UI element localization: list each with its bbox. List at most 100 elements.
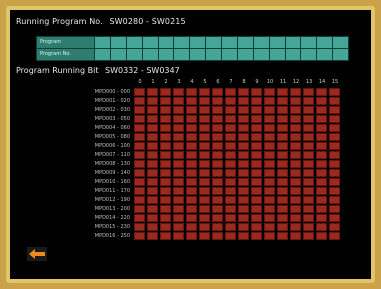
bit-cell [316,151,327,159]
bit-cell [290,169,301,177]
bit-cell [147,169,158,177]
bit-cell [173,196,184,204]
bit-cell [290,97,301,105]
bit-cell [186,205,197,213]
bit-cell [212,97,223,105]
bit-cell [290,214,301,222]
bit-cell [160,160,171,168]
bit-cell [251,214,262,222]
program-table-cell [252,36,270,49]
bit-cell [329,142,340,150]
bit-cell [199,232,210,240]
bit-cell [277,178,288,186]
bit-cell [329,160,340,168]
bit-cell [173,106,184,114]
bit-cell [316,115,327,123]
program-table-cell [205,48,222,61]
bit-cell [147,97,158,105]
row-label: MPD015 - 230 [94,224,130,230]
bit-cell [212,106,223,114]
column-number: 4 [190,79,194,85]
column-number: 15 [331,79,339,85]
bit-cell [290,142,301,150]
bit-cell [290,88,301,96]
bit-cell [186,214,197,222]
bit-cell [251,88,262,96]
bit-cell [329,178,340,186]
program-table-cell [300,48,318,61]
bit-cell [173,169,184,177]
bit-cell [147,142,158,150]
bit-cell [134,142,145,150]
bit-cell [199,160,210,168]
bit-cell [225,88,236,96]
bit-cell [238,106,249,114]
bit-cell [212,151,223,159]
bit-cell [160,88,171,96]
row-label: MPD016 - 250 [94,233,130,239]
bit-cell [199,142,210,150]
bit-cell [134,115,145,123]
program-table-cell [109,48,127,61]
bit-cell [277,142,288,150]
bit-cell [329,88,340,96]
bit-cell [186,169,197,177]
bit-section-range: SW0332 - SW0347 [105,66,180,75]
row-label: MPD002 - 030 [94,107,130,113]
column-number: 11 [279,79,287,85]
bit-cell [225,151,236,159]
bit-cell [225,178,236,186]
bit-cell [329,187,340,195]
program-table-cell [236,36,254,49]
bit-cell [290,196,301,204]
bit-cell [316,142,327,150]
row-label: MPD003 - 050 [94,116,130,122]
bit-cell [264,160,275,168]
back-button[interactable] [27,247,47,261]
bit-cell [186,178,197,186]
bit-cell [147,133,158,141]
bit-cell [134,214,145,222]
row-label: MPD006 - 100 [94,143,130,149]
bit-cell [303,214,314,222]
program-table-cell [332,48,349,61]
bit-cell [134,133,145,141]
bit-cell [277,133,288,141]
program-table-cell [157,36,175,49]
bit-cell [173,232,184,240]
bit-cell [238,205,249,213]
bit-cell [303,97,314,105]
program-table-row-label: Program [36,36,95,49]
bit-cell [238,88,249,96]
bit-cell [290,205,301,213]
bit-cell [173,160,184,168]
bit-cell [290,160,301,168]
column-number: 9 [255,79,259,85]
bit-cell [238,115,249,123]
bit-cell [212,214,223,222]
bit-cell [238,142,249,150]
bit-cell [147,205,158,213]
bit-cell [173,133,184,141]
bit-cell [277,169,288,177]
column-number: 0 [138,79,142,85]
bit-cell [134,196,145,204]
column-number: 5 [203,79,207,85]
bit-cell [160,124,171,132]
bit-cell [147,196,158,204]
row-label: MPD013 - 200 [94,206,130,212]
program-table-cell [141,48,159,61]
bit-cell [173,178,184,186]
column-number: 8 [242,79,246,85]
bit-cell [316,178,327,186]
bit-cell [134,151,145,159]
bit-cell [186,106,197,114]
bit-cell [277,160,288,168]
column-number: 3 [177,79,181,85]
bit-cell [303,205,314,213]
program-table-cell [94,36,111,49]
program-table-cell [157,48,175,61]
bit-cell [225,115,236,123]
bit-cell [134,178,145,186]
bit-cell [134,160,145,168]
